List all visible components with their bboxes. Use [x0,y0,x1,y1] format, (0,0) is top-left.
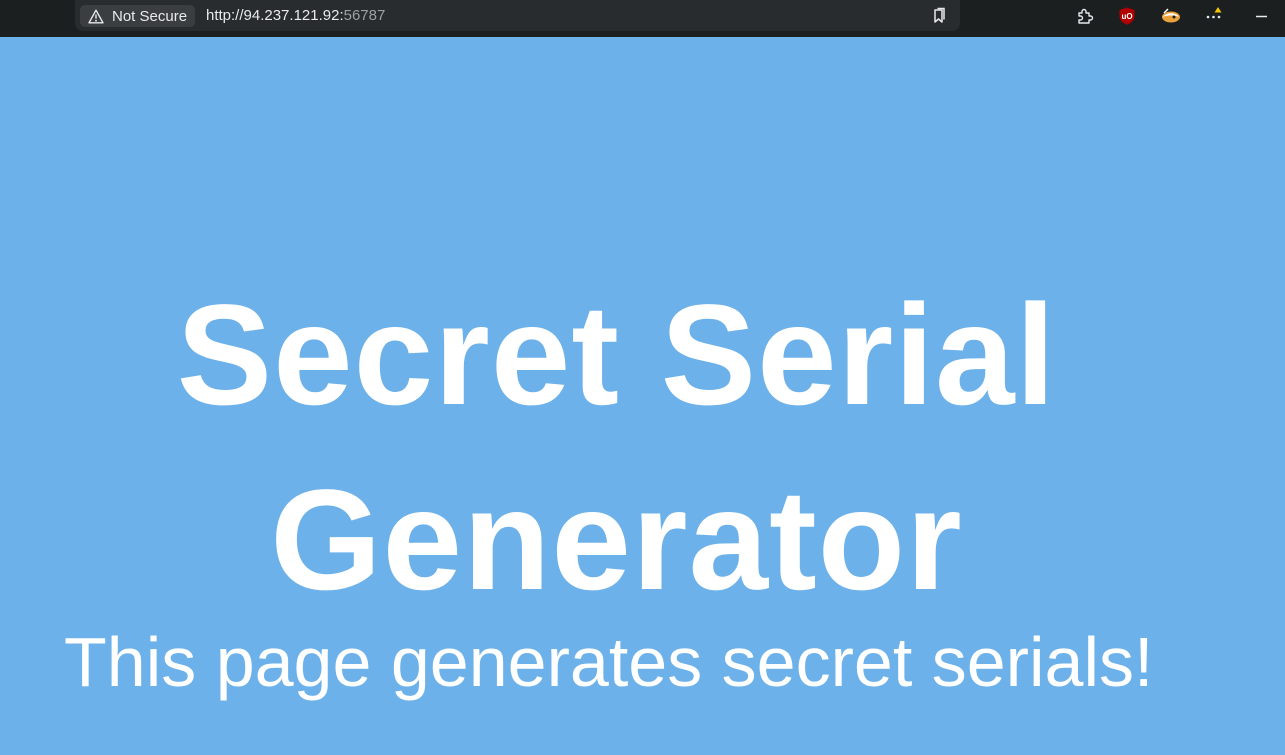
extensions-puzzle-icon[interactable] [1075,6,1095,26]
url-text[interactable]: http://94.237.121.92:56787 [206,7,385,24]
page-title: Secret Serial Generator [176,276,1057,620]
page-subtitle: This page generates secret serials! [64,623,1154,701]
bookmark-icon[interactable] [930,7,948,25]
warning-triangle-icon [88,9,104,24]
extension-badger-icon[interactable] [1160,6,1180,26]
page-body: Secret Serial Generator This page genera… [0,37,1285,755]
more-menu-icon[interactable] [1204,6,1224,26]
security-label: Not Secure [112,7,188,25]
url-port: 56787 [343,7,386,24]
url-host: http://94.237.121.92: [206,7,344,24]
svg-text:uO: uO [1121,12,1132,21]
security-indicator[interactable]: Not Secure [80,5,196,27]
address-bar[interactable]: Not Secure http://94.237.121.92:56787 [75,0,960,31]
minimize-icon[interactable] [1252,6,1272,26]
ublock-origin-icon[interactable]: uO [1117,6,1137,26]
browser-toolbar: Not Secure http://94.237.121.92:56787 uO [0,0,1285,37]
